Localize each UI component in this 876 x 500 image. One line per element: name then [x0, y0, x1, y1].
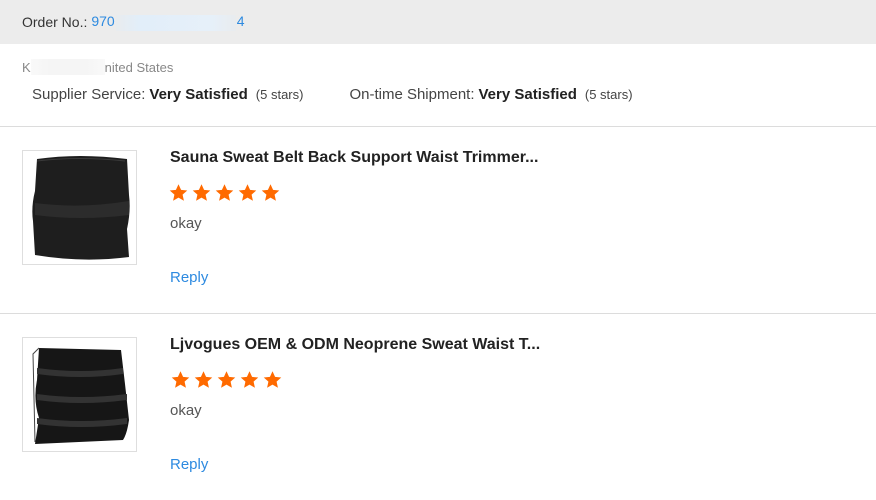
- star-icon: [169, 184, 188, 201]
- star-icon: [215, 184, 234, 201]
- star-icon: [171, 371, 190, 388]
- supplier-service-rating: Supplier Service: Very Satisfied (5 stars): [32, 86, 303, 103]
- star-icon: [194, 371, 213, 388]
- product-title[interactable]: Ljvogues OEM & ODM Neoprene Sweat Waist …: [170, 336, 540, 354]
- buyer-info: Knited States: [0, 56, 876, 78]
- order-number-prefix: 970: [91, 13, 115, 30]
- star-icon: [238, 184, 257, 201]
- order-header: Order No.: 970 4: [0, 0, 876, 44]
- rating-stars-note: (5 stars): [584, 86, 633, 102]
- review-comment: okay: [170, 402, 202, 419]
- star-icon: [240, 371, 259, 388]
- review-star-rating: [168, 183, 281, 203]
- product-image[interactable]: [22, 337, 137, 452]
- rating-label: Supplier Service:: [32, 85, 146, 103]
- rating-value: Very Satisfied: [149, 85, 248, 103]
- ratings-summary: Supplier Service: Very Satisfied (5 stars)…: [0, 82, 876, 106]
- star-icon: [263, 371, 282, 388]
- redacted-blur: [30, 59, 105, 75]
- star-icon: [261, 184, 280, 201]
- ontime-shipment-rating: On-time Shipment: Very Satisfied (5 stars): [349, 86, 632, 103]
- review-item: Sauna Sweat Belt Back Support Waist Trim…: [0, 127, 876, 313]
- buyer-name-prefix: K: [22, 59, 31, 75]
- review-item: Ljvogues OEM & ODM Neoprene Sweat Waist …: [0, 314, 876, 500]
- order-number-link[interactable]: 970 4: [91, 13, 245, 31]
- review-comment: okay: [170, 215, 202, 232]
- star-icon: [192, 184, 211, 201]
- reply-link[interactable]: Reply: [170, 456, 208, 473]
- order-number-label: Order No.:: [22, 14, 88, 30]
- redacted-blur: [115, 14, 236, 31]
- reply-link[interactable]: Reply: [170, 269, 208, 286]
- rating-value: Very Satisfied: [478, 85, 577, 103]
- product-title[interactable]: Sauna Sweat Belt Back Support Waist Trim…: [170, 149, 538, 167]
- rating-label: On-time Shipment:: [349, 85, 475, 103]
- review-star-rating: [170, 370, 283, 390]
- neoprene-waist-trainer-photo: [23, 338, 136, 451]
- order-number-suffix: 4: [236, 13, 245, 30]
- rating-stars-note: (5 stars): [255, 86, 304, 102]
- waist-trimmer-belt-photo: [23, 151, 136, 264]
- buyer-location: nited States: [104, 59, 174, 75]
- product-image[interactable]: [22, 150, 137, 265]
- star-icon: [217, 371, 236, 388]
